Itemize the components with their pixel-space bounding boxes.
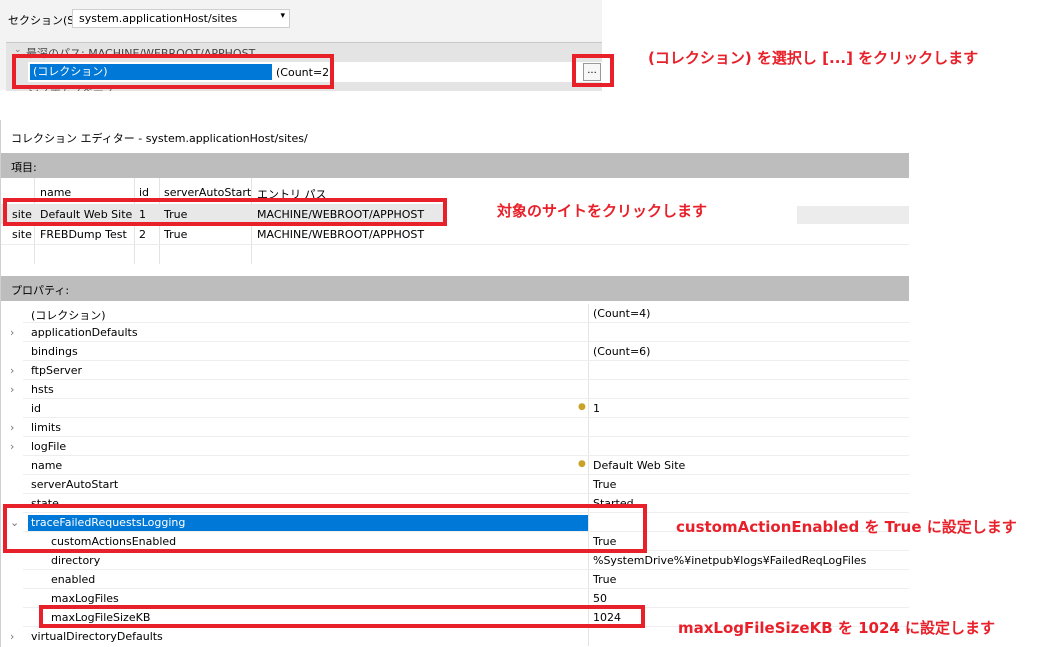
row-id: 2 — [139, 228, 146, 241]
row-name: FREBDump Test — [40, 228, 127, 241]
property-name: logFile — [31, 440, 67, 453]
annotation-note-1: (コレクション) を選択し [...] をクリックします — [648, 49, 979, 67]
highlight-box-site — [3, 198, 447, 226]
property-name: maxLogFiles — [51, 592, 119, 605]
property-value[interactable]: 1 — [593, 402, 600, 415]
properties-section-header: プロパティ: — [1, 276, 909, 301]
annotation-note-3: customActionEnabled を True に設定します — [676, 518, 1017, 536]
property-row[interactable]: › logFile — [1, 437, 909, 456]
property-row[interactable]: id ● 1 — [1, 399, 909, 418]
property-row[interactable]: (コレクション) (Count=4) — [1, 304, 909, 323]
chevron-right-icon[interactable]: › — [10, 326, 14, 339]
property-value[interactable]: (Count=6) — [593, 345, 650, 358]
property-name: enabled — [51, 573, 96, 586]
highlight-box-ellipsis — [572, 54, 614, 87]
property-row[interactable]: directory %SystemDrive%¥inetpub¥logs¥Fai… — [1, 551, 909, 570]
property-row[interactable]: › applicationDefaults — [1, 323, 909, 342]
property-value[interactable]: True — [593, 478, 616, 491]
property-value[interactable]: (Count=4) — [593, 307, 650, 320]
chevron-right-icon[interactable]: › — [10, 383, 14, 396]
highlight-box-trace — [3, 504, 647, 553]
row-type: site — [12, 228, 32, 241]
property-name: serverAutoStart — [31, 478, 119, 491]
property-name: bindings — [31, 345, 78, 358]
property-name: (コレクション) — [31, 309, 106, 322]
property-row[interactable]: name ● Default Web Site — [1, 456, 909, 475]
annotation-note-2: 対象のサイトをクリックします — [497, 202, 708, 220]
annotation-note-4: maxLogFileSizeKB を 1024 に設定します — [678, 619, 996, 637]
row-path: MACHINE/WEBROOT/APPHOST — [257, 228, 425, 241]
property-value[interactable]: 50 — [593, 592, 607, 605]
property-value[interactable]: %SystemDrive%¥inetpub¥logs¥FailedReqLogF… — [593, 554, 866, 567]
property-name: hsts — [31, 383, 54, 396]
key-icon: ● — [578, 459, 586, 469]
items-header-label: 項目: — [11, 161, 37, 174]
property-row[interactable]: › limits — [1, 418, 909, 437]
property-row[interactable]: › hsts — [1, 380, 909, 399]
properties-header-label: プロパティ: — [11, 284, 70, 297]
caret-down-icon[interactable]: ▾ — [280, 11, 285, 21]
property-name: id — [31, 402, 42, 415]
property-name: limits — [31, 421, 61, 434]
property-row[interactable]: enabled True — [1, 570, 909, 589]
property-name: name — [31, 459, 63, 472]
property-row[interactable]: serverAutoStart True — [1, 475, 909, 494]
row-server-auto-start: True — [164, 228, 188, 241]
highlight-box-collection — [12, 54, 334, 89]
property-name: virtualDirectoryDefaults — [31, 630, 163, 643]
chevron-right-icon[interactable]: › — [10, 364, 14, 377]
key-icon: ● — [578, 402, 586, 412]
highlight-box-maxsize — [39, 605, 645, 628]
property-name: directory — [51, 554, 101, 567]
items-section-header: 項目: — [1, 153, 909, 178]
section-dropdown-value: system.applicationHost/sites — [79, 12, 238, 25]
editor-title: コレクション エディター - system.applicationHost/si… — [11, 132, 308, 145]
chevron-right-icon[interactable]: › — [10, 630, 14, 643]
property-name: applicationDefaults — [31, 326, 138, 339]
property-row[interactable]: › ftpServer — [1, 361, 909, 380]
chevron-right-icon[interactable]: › — [10, 440, 14, 453]
property-value[interactable]: Default Web Site — [593, 459, 685, 472]
property-name: ftpServer — [31, 364, 83, 377]
table-row[interactable]: site FREBDump Test 2 True MACHINE/WEBROO… — [1, 224, 909, 244]
property-value[interactable]: True — [593, 573, 616, 586]
property-row[interactable]: bindings (Count=6) — [1, 342, 909, 361]
section-dropdown[interactable]: system.applicationHost/sites ▾ — [72, 9, 290, 28]
chevron-right-icon[interactable]: › — [10, 421, 14, 434]
